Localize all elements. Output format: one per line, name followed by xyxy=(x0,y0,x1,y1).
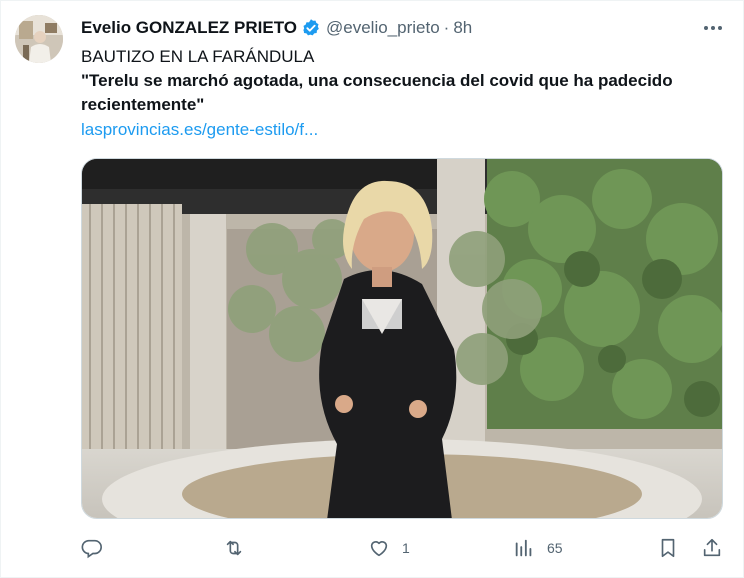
views-count: 65 xyxy=(547,540,563,556)
tweet-text-line-1: BAUTIZO EN LA FARÁNDULA xyxy=(81,47,315,66)
tweet-header: Evelio GONZALEZ PRIETO @evelio_prieto · … xyxy=(81,16,472,40)
separator-dot: · xyxy=(443,18,450,37)
more-options-icon[interactable] xyxy=(701,17,725,39)
heart-icon xyxy=(370,541,388,557)
avatar[interactable] xyxy=(15,15,63,63)
bookmark-icon xyxy=(661,538,675,558)
share-button[interactable] xyxy=(701,536,723,560)
verified-badge-icon xyxy=(303,19,319,36)
bookmark-button[interactable] xyxy=(657,536,679,560)
reply-button[interactable] xyxy=(81,536,103,560)
avatar-image xyxy=(15,15,63,63)
views-button[interactable]: 65 xyxy=(513,536,563,560)
author-display-name[interactable]: Evelio GONZALEZ PRIETO xyxy=(81,18,297,38)
like-button[interactable]: 1 xyxy=(368,536,410,560)
timestamp[interactable]: 8h xyxy=(453,18,472,38)
like-count: 1 xyxy=(402,540,410,556)
share-icon xyxy=(703,538,721,557)
tweet-link[interactable]: lasprovincias.es/gente-estilo/f... xyxy=(81,120,318,140)
tweet-card[interactable]: Evelio GONZALEZ PRIETO @evelio_prieto · … xyxy=(0,0,744,578)
action-bar: 1 65 xyxy=(1,531,744,565)
retweet-icon xyxy=(226,540,242,556)
author-handle[interactable]: @evelio_prieto xyxy=(326,18,440,38)
retweet-button[interactable] xyxy=(223,536,245,560)
photo-image xyxy=(82,159,722,518)
tweet-photo[interactable] xyxy=(81,158,723,519)
reply-icon xyxy=(81,539,102,559)
tweet-text-quote: "Terelu se marchó agotada, una consecuen… xyxy=(81,71,673,114)
views-icon xyxy=(515,539,532,557)
